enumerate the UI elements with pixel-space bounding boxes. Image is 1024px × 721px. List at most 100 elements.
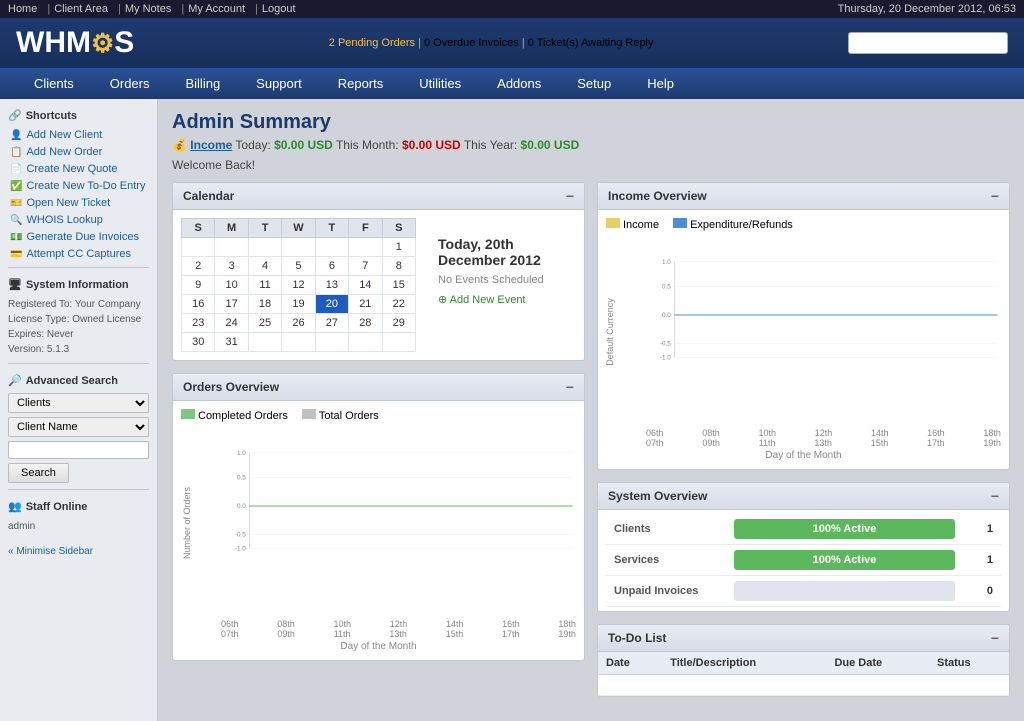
calendar-day-cell[interactable]: 9 [182, 276, 215, 295]
my-account-link[interactable]: My Account [188, 3, 245, 15]
calendar-day-cell[interactable]: 13 [315, 276, 348, 295]
calendar-day-cell[interactable]: 26 [282, 314, 315, 333]
add-new-order-link[interactable]: 📋Add New Order [8, 145, 149, 159]
search-type-select[interactable]: Clients [8, 393, 149, 413]
calendar-day-cell[interactable]: 24 [215, 314, 248, 333]
calendar-day-header: T [248, 219, 281, 238]
month-value: $0.00 USD [402, 138, 461, 152]
orders-chart: 1.0 0.5 0.0 -0.5 -1.0 [221, 426, 576, 586]
calendar-day-cell[interactable]: 16 [182, 295, 215, 314]
orders-minimize[interactable]: − [566, 379, 574, 395]
calendar-day-cell[interactable]: 3 [215, 257, 248, 276]
staff-icon: 👥 [8, 500, 22, 513]
nav-addons[interactable]: Addons [479, 68, 559, 99]
staff-online-label: 👥 Staff Online [8, 500, 149, 513]
calendar-panel-header: Calendar − [173, 183, 584, 210]
calendar-day-cell [349, 333, 382, 352]
calendar-day-cell[interactable]: 1 [382, 238, 415, 257]
add-new-client-link[interactable]: 👤Add New Client [8, 128, 149, 142]
home-link[interactable]: Home [8, 3, 37, 15]
calendar-day-cell[interactable]: 27 [315, 314, 348, 333]
system-info-label: 🖥 System Information [8, 278, 149, 291]
calendar-day-cell[interactable]: 18 [248, 295, 281, 314]
month-label: This Month: [336, 138, 399, 152]
generate-invoices-link[interactable]: 💵Generate Due Invoices [8, 230, 149, 244]
top-nav-links: Home | Client Area | My Notes | My Accou… [8, 3, 302, 15]
search-input[interactable] [848, 32, 1008, 54]
system-panel-header: System Overview − [598, 483, 1009, 510]
calendar-day-cell[interactable]: 20 [315, 295, 348, 314]
create-new-quote-link[interactable]: 📄Create New Quote [8, 162, 149, 176]
left-column: Calendar − SMTWTFS 123456789101112131415… [172, 182, 585, 709]
calendar-day-cell[interactable]: 6 [315, 257, 348, 276]
sys-icon: 🖥 [8, 278, 22, 291]
progress-bar-container: 100% Active [734, 550, 955, 570]
calendar-day-cell[interactable]: 31 [215, 333, 248, 352]
client-area-link[interactable]: Client Area [54, 3, 108, 15]
calendar-day-cell[interactable]: 30 [182, 333, 215, 352]
system-info-block: Registered To: Your Company License Type… [8, 297, 149, 357]
calendar-day-cell[interactable]: 19 [282, 295, 315, 314]
nav-setup[interactable]: Setup [559, 68, 629, 99]
orders-overview-panel: Orders Overview − Completed Orders Total… [172, 373, 585, 661]
calendar-day-cell[interactable]: 21 [349, 295, 382, 314]
main-content: Admin Summary 💰 Income Today: $0.00 USD … [158, 99, 1024, 721]
nav-clients[interactable]: Clients [16, 68, 92, 99]
calendar-day-cell[interactable]: 11 [248, 276, 281, 295]
calendar-day-cell[interactable]: 25 [248, 314, 281, 333]
nav-orders[interactable]: Orders [92, 68, 168, 99]
whois-lookup-link[interactable]: 🔍WHOIS Lookup [8, 213, 149, 227]
income-chart-wrapper: Default Currency 1.0 0.5 0.0 [606, 235, 1001, 428]
orders-panel-header: Orders Overview − [173, 374, 584, 401]
calendar-minimize[interactable]: − [566, 188, 574, 204]
search-text-input[interactable] [8, 441, 149, 459]
nav-reports[interactable]: Reports [320, 68, 402, 99]
search-field-select[interactable]: Client Name [8, 417, 149, 437]
calendar-day-cell [182, 238, 215, 257]
calendar-day-cell[interactable]: 12 [282, 276, 315, 295]
create-todo-link[interactable]: ✅Create New To-Do Entry [8, 179, 149, 193]
system-minimize[interactable]: − [991, 488, 999, 504]
add-event-link[interactable]: ⊕ Add New Event [438, 294, 526, 306]
calendar-day-cell[interactable]: 28 [349, 314, 382, 333]
orders-y-label: Number of Orders [182, 486, 192, 558]
sys-row-label: Clients [606, 514, 726, 545]
datetime: Thursday, 20 December 2012, 06:53 [838, 3, 1016, 15]
calendar-day-cell[interactable]: 10 [215, 276, 248, 295]
calendar-day-cell[interactable]: 15 [382, 276, 415, 295]
calendar-day-cell[interactable]: 2 [182, 257, 215, 276]
nav-support[interactable]: Support [238, 68, 320, 99]
logout-link[interactable]: Logout [262, 3, 296, 15]
calendar-info: Today, 20th December 2012 No Events Sche… [416, 218, 576, 352]
minimise-sidebar-link[interactable]: « Minimise Sidebar [8, 546, 149, 557]
open-ticket-link[interactable]: 🎫Open New Ticket [8, 196, 149, 210]
header-search[interactable] [848, 32, 1008, 54]
calendar-day-cell[interactable]: 5 [282, 257, 315, 276]
progress-bar-container: 100% Active [734, 519, 955, 539]
income-x-labels: 06th08th10th12th14th16th18th [606, 428, 1001, 438]
calendar-day-cell[interactable]: 8 [382, 257, 415, 276]
calendar-day-cell[interactable]: 7 [349, 257, 382, 276]
calendar-day-header: S [182, 219, 215, 238]
calendar-day-cell[interactable]: 22 [382, 295, 415, 314]
calendar-panel: Calendar − SMTWTFS 123456789101112131415… [172, 182, 585, 361]
right-column: Income Overview − Income Expenditure/Ref… [597, 182, 1010, 709]
calendar-day-cell[interactable]: 23 [182, 314, 215, 333]
my-notes-link[interactable]: My Notes [125, 3, 171, 15]
today-value: $0.00 USD [274, 138, 333, 152]
ticket-icon: 🎫 [10, 198, 22, 209]
calendar-day-cell[interactable]: 29 [382, 314, 415, 333]
income-minimize[interactable]: − [991, 188, 999, 204]
calendar-day-cell[interactable]: 14 [349, 276, 382, 295]
calendar-day-cell[interactable]: 17 [215, 295, 248, 314]
calendar-day-cell[interactable]: 4 [248, 257, 281, 276]
nav-utilities[interactable]: Utilities [401, 68, 479, 99]
attempt-cc-link[interactable]: 💳Attempt CC Captures [8, 247, 149, 261]
calendar-day-cell [349, 238, 382, 257]
system-overview-row: Services100% Active1 [606, 545, 1001, 576]
nav-billing[interactable]: Billing [167, 68, 238, 99]
tickets-notice: 0 Ticket(s) Awaiting Reply [528, 37, 654, 49]
search-button[interactable]: Search [8, 463, 69, 483]
nav-help[interactable]: Help [629, 68, 692, 99]
todo-minimize[interactable]: − [991, 630, 999, 646]
